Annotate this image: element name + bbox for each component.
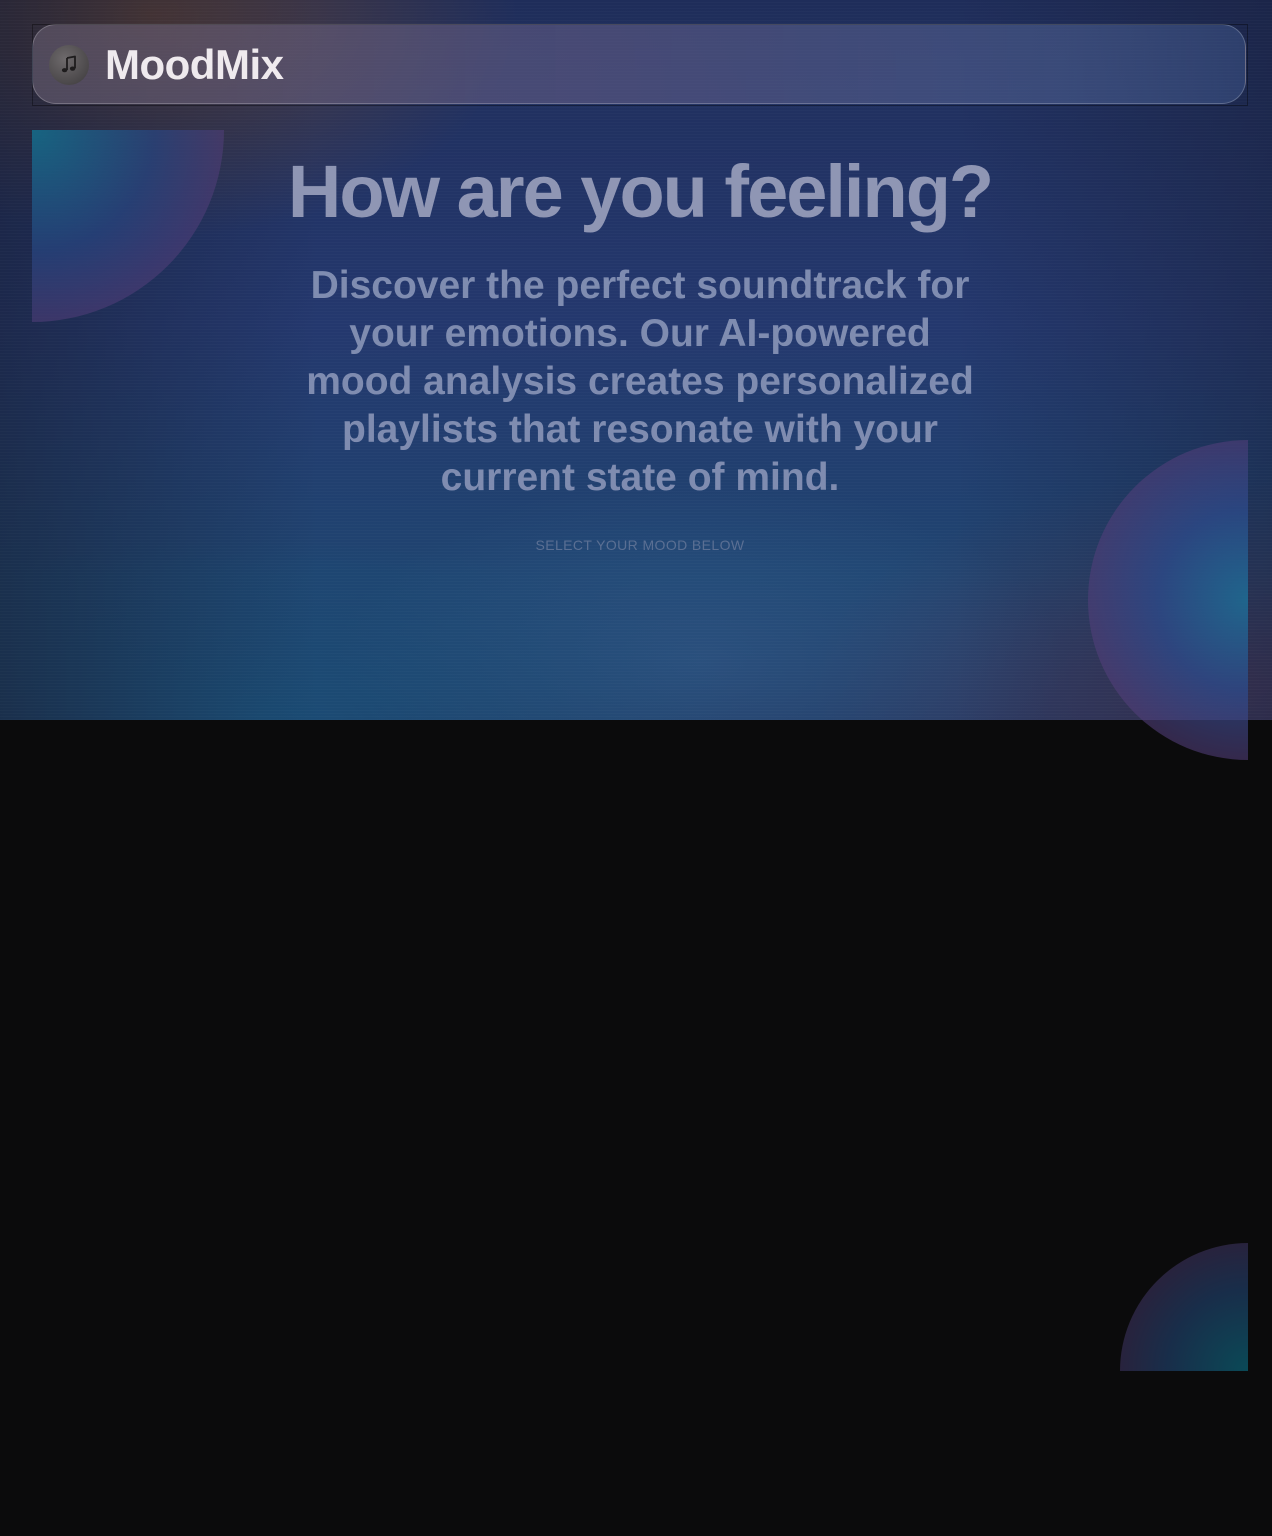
decorative-orb-bottom-right <box>1120 1243 1248 1371</box>
hero-description: Discover the perfect soundtrack for your… <box>306 264 974 499</box>
top-navbar: MoodMix <box>32 24 1246 104</box>
music-note-icon[interactable] <box>49 45 89 85</box>
page: MoodMix How are you feeling? Discover th… <box>0 0 1272 1536</box>
hero-headline: How are you feeling? <box>287 150 994 233</box>
brand-name[interactable]: MoodMix <box>105 39 284 91</box>
music-note-glyph <box>61 55 76 73</box>
select-mood-hint: SELECT YOUR MOOD BELOW <box>535 537 745 553</box>
